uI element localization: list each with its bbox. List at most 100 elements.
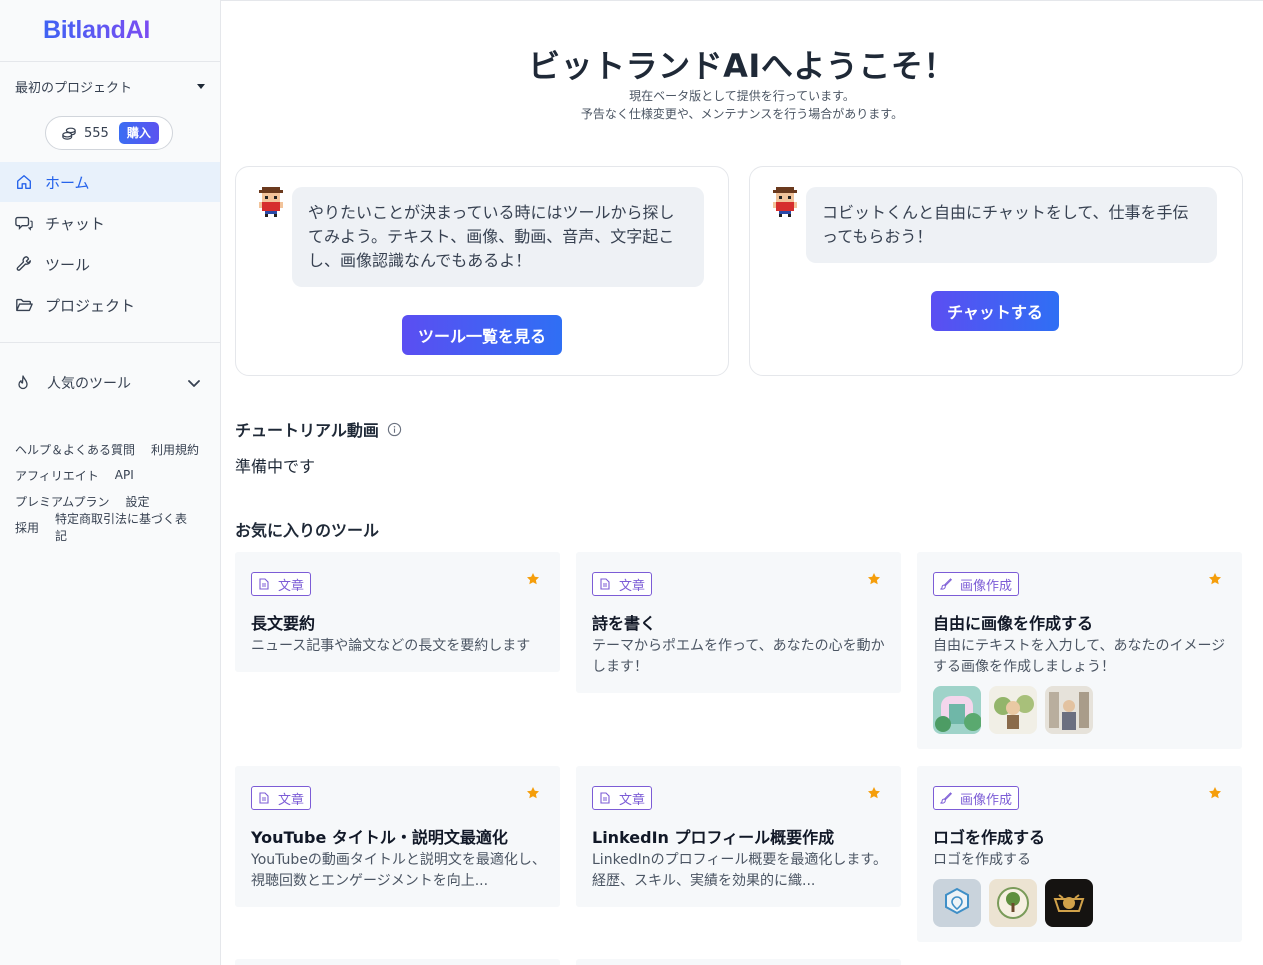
link-settings[interactable]: 設定 [125, 493, 149, 510]
tool-title: 長文要約 [251, 614, 316, 633]
tutorial-title: チュートリアル動画 [235, 421, 379, 440]
star-icon[interactable] [867, 786, 881, 800]
link-legal[interactable]: 特定商取引法に基づく表記 [55, 510, 199, 544]
desc-line: します！ [592, 659, 648, 675]
star-icon[interactable] [1208, 572, 1222, 586]
tool-card-linkedin[interactable]: 文章 LinkedIn プロフィール概要作成 LinkedInのプロフィール概要… [576, 766, 901, 907]
category-label: 画像作成 [960, 578, 1013, 594]
tool-title: 詩を書く [592, 614, 657, 633]
category-badge: 文章 [592, 572, 653, 596]
logo[interactable]: BitlandAI [43, 16, 150, 45]
bubble-line: やりたいことが決まっている時にはツールから探し [308, 203, 675, 222]
coins-icon [62, 127, 76, 140]
sample-image [989, 686, 1037, 734]
document-icon [600, 792, 610, 804]
tool-description: 自由にテキストを入力して、あなたのイメージ する画像を作成しましょう！ [933, 636, 1229, 678]
nav-label: チャット [45, 214, 105, 233]
sample-image [989, 879, 1037, 927]
tool-description: LinkedInのプロフィール概要を最適化します。 経歴、スキル、実績を効果的に… [592, 850, 888, 892]
sample-images [933, 686, 1093, 734]
page-title: ビットランドAIへようこそ！ [528, 47, 956, 85]
bubble-line: てみよう。テキスト、画像、動画、音声、文字起こ [308, 227, 675, 246]
beta-notice-2: 予告なく仕様変更や、メンテナンスを行う場合があります。 [580, 107, 904, 121]
nav-item-chat[interactable]: チャット [0, 203, 220, 243]
sample-image [1045, 879, 1093, 927]
tutorial-status: 準備中です [235, 457, 316, 476]
tool-card[interactable] [235, 959, 560, 965]
sample-images [933, 879, 1093, 927]
project-name: 最初のプロジェクト [15, 80, 133, 96]
nav-item-home[interactable]: ホーム [0, 162, 220, 202]
mascot-avatar-icon [773, 187, 797, 217]
star-icon[interactable] [1208, 786, 1222, 800]
sample-image [933, 879, 981, 927]
info-icon[interactable] [387, 422, 402, 437]
nav-label: ホーム [45, 173, 90, 192]
desc-line: LinkedInのプロフィール概要を最適化します。 [592, 852, 887, 868]
home-icon [17, 175, 31, 189]
nav-label: ツール [45, 255, 91, 274]
tool-card-youtube[interactable]: 文章 YouTube タイトル・説明文最適化 YouTubeの動画タイトルと説明… [235, 766, 560, 907]
mascot-avatar-icon [259, 187, 283, 217]
tool-card-image-generation[interactable]: 画像作成 自由に画像を作成する 自由にテキストを入力して、あなたのイメージ する… [917, 552, 1242, 749]
document-icon [600, 578, 610, 590]
tool-description: ニュース記事や論文などの長文を要約します [251, 636, 547, 657]
sample-image [933, 686, 981, 734]
star-icon[interactable] [867, 572, 881, 586]
document-icon [259, 578, 269, 590]
tool-description: YouTubeの動画タイトルと説明文を最適化し、 視聴回数とエンゲージメントを向… [251, 850, 547, 892]
link-terms[interactable]: 利用規約 [151, 441, 199, 458]
category-badge: 画像作成 [933, 572, 1020, 596]
chat-intro-card: コビットくんと自由にチャットをして、仕事を手伝 ってもらおう！ チャットする [749, 166, 1243, 376]
nav-item-projects[interactable]: プロジェクト [0, 285, 220, 325]
credit-count: 555 [84, 125, 109, 141]
divider [0, 342, 220, 343]
chat-icon [15, 216, 33, 231]
view-tools-button[interactable]: ツール一覧を見る [402, 315, 562, 355]
brush-icon [940, 578, 952, 590]
tool-card-summary[interactable]: 文章 長文要約 ニュース記事や論文などの長文を要約します [235, 552, 560, 672]
favorites-title: お気に入りのツール [235, 521, 380, 540]
star-icon[interactable] [526, 572, 540, 586]
link-careers[interactable]: 採用 [15, 519, 39, 536]
star-icon[interactable] [526, 786, 540, 800]
tool-title: ロゴを作成する [933, 828, 1046, 847]
popular-tools-label: 人気のツール [47, 376, 131, 392]
chat-intro-bubble: コビットくんと自由にチャットをして、仕事を手伝 ってもらおう！ [806, 187, 1217, 263]
nav-item-tools[interactable]: ツール [0, 244, 220, 284]
category-badge: 文章 [251, 572, 312, 596]
project-selector[interactable]: 最初のプロジェクト [15, 76, 205, 96]
link-api[interactable]: API [115, 468, 134, 482]
bubble-line: ってもらおう！ [822, 227, 933, 246]
desc-line: テーマからポエムを作って、あなたの心を動か [592, 638, 885, 654]
tutorial-section-title: チュートリアル動画 [235, 417, 402, 441]
bubble-line: コビットくんと自由にチャットをして、仕事を手伝 [822, 203, 1189, 222]
category-label: 画像作成 [960, 792, 1013, 808]
tool-card-poem[interactable]: 文章 詩を書く テーマからポエムを作って、あなたの心を動か します！ [576, 552, 901, 693]
category-label: 文章 [278, 578, 305, 594]
credit-balance: 555 購入 [45, 116, 173, 150]
start-chat-button[interactable]: チャットする [931, 291, 1059, 331]
category-badge: 文章 [592, 786, 653, 810]
link-premium[interactable]: プレミアムプラン [15, 493, 109, 510]
link-help[interactable]: ヘルプ＆よくある質問 [15, 441, 135, 458]
tool-title: LinkedIn プロフィール概要作成 [592, 828, 835, 847]
beta-notice-1: 現在ベータ版として提供を行っています。 [629, 89, 855, 103]
category-badge: 画像作成 [933, 786, 1020, 810]
sidebar: BitlandAI 最初のプロジェクト 555 購入 ホーム チャット ツール … [0, 0, 221, 965]
category-label: 文章 [278, 792, 305, 808]
caret-down-icon [197, 83, 205, 89]
desc-line: 経歴、スキル、実績を効果的に織... [592, 873, 816, 889]
tool-card[interactable] [576, 959, 901, 965]
main-content: ビットランドAIへようこそ！ 現在ベータ版として提供を行っています。 予告なく仕… [221, 0, 1263, 965]
category-badge: 文章 [251, 786, 312, 810]
buy-button[interactable]: 購入 [118, 122, 159, 144]
tools-intro-bubble: やりたいことが決まっている時にはツールから探し てみよう。テキスト、画像、動画、… [292, 187, 704, 287]
link-affiliate[interactable]: アフィリエイト [15, 467, 99, 484]
category-label: 文章 [619, 792, 646, 808]
popular-tools-toggle[interactable]: 人気のツール [15, 372, 201, 394]
tool-card-logo[interactable]: 画像作成 ロゴを作成する ロゴを作成する [917, 766, 1242, 942]
desc-line: する画像を作成しましょう！ [933, 659, 1115, 675]
sample-image [1045, 686, 1093, 734]
tool-description: テーマからポエムを作って、あなたの心を動か します！ [592, 636, 888, 678]
